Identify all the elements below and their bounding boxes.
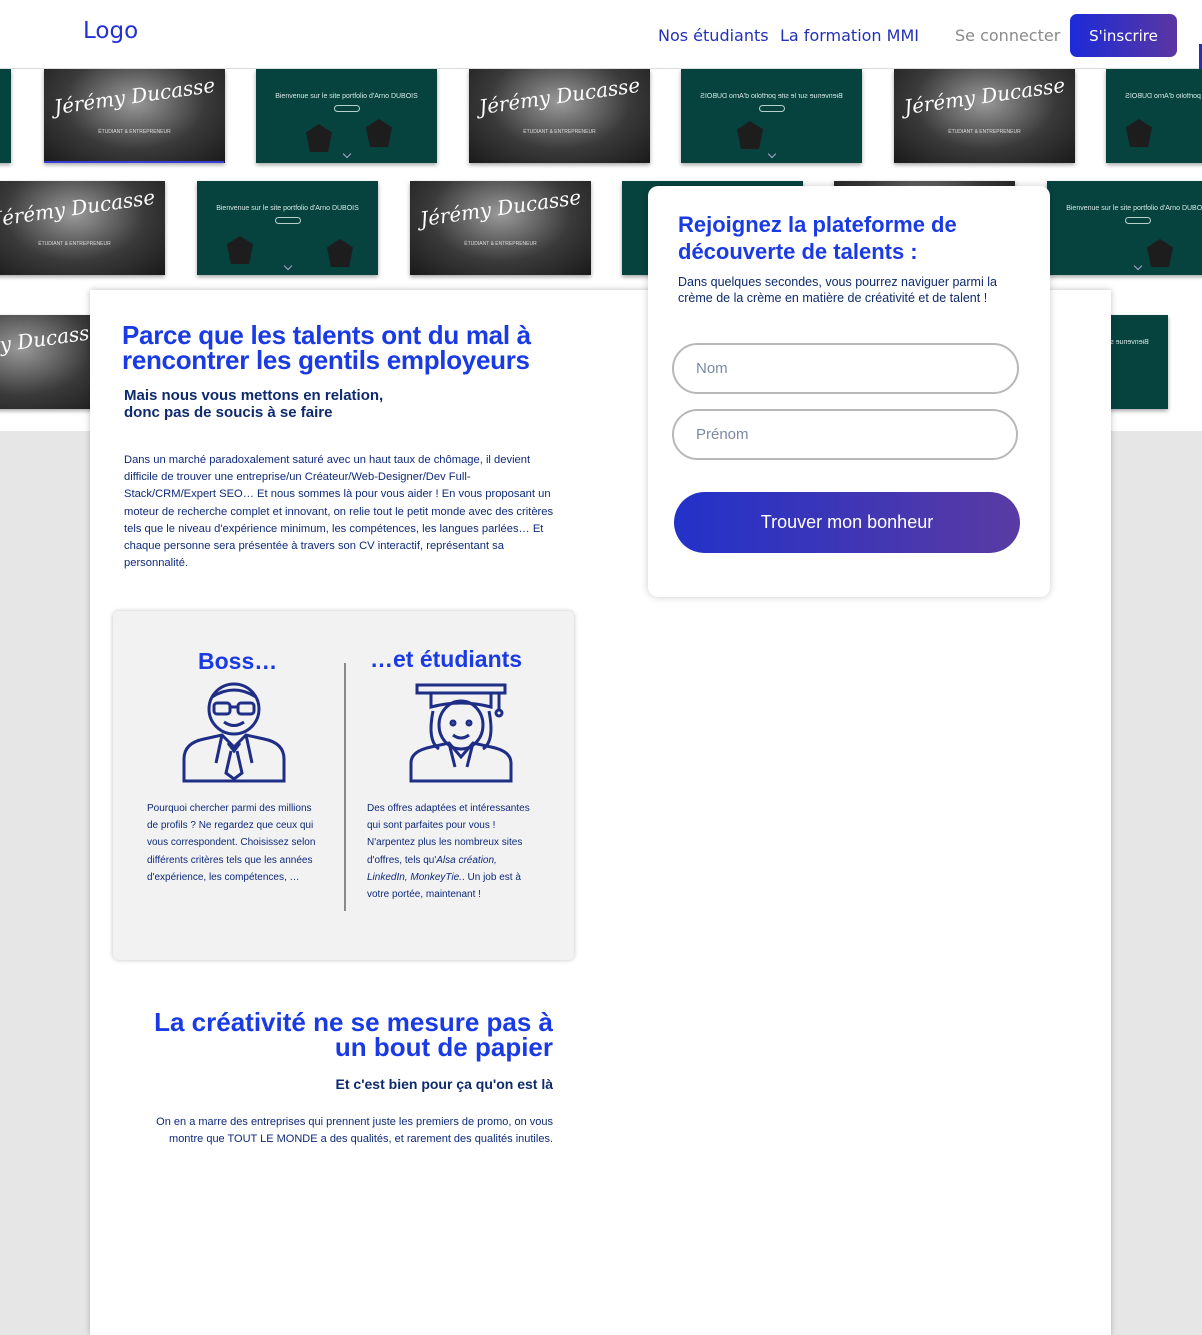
thumbnail-welcome: Bienvenue sur le site portfolio d'Arno D… (700, 93, 843, 100)
gem-shape (1126, 119, 1152, 147)
panel-divider (344, 663, 346, 911)
thumbnail-teal: Bienvenue sur le site portfolio d'Arno D… (197, 181, 378, 275)
gem-shape (327, 239, 353, 267)
thumbnail-welcome: Bienvenue sur le site portfolio d'Arno D… (1066, 205, 1202, 212)
chevron-down-icon (1133, 261, 1142, 271)
find-happiness-button[interactable]: Trouver mon bonheur (674, 492, 1020, 553)
boss-description: Pourquoi chercher parmi des millions de … (147, 803, 316, 883)
intro-paragraph: Dans un marché paradoxalement saturé ave… (124, 454, 554, 570)
nav-link-mmi-training[interactable]: La formation MMI (780, 26, 919, 45)
thumbnail-photo: Jérémy Ducasse ÉTUDIANT & ENTREPRENEUR (0, 181, 165, 275)
thumbnail-signature: Jérémy Ducasse (418, 184, 583, 232)
thumbnail-welcome: Bienvenue sur le site portfolio d'Arno D… (275, 93, 418, 100)
creativity-title: La créativité ne se mesure pas à un bout… (154, 1007, 553, 1062)
boss-title: Boss… (198, 648, 278, 674)
students-title: …et étudiants (370, 646, 523, 672)
gem-shape (366, 119, 392, 147)
first-name-input[interactable] (672, 409, 1018, 460)
thumbnail-subtitle: ÉTUDIANT & ENTREPRENEUR (38, 241, 111, 247)
thumbnail-teal: Bienvenue sur le site portfolio d'Arno D… (1047, 181, 1202, 275)
thumbnail-signature: Jérémy Ducasse (0, 184, 157, 232)
intro-subtitle: Mais nous vous mettons en relation, donc… (124, 387, 424, 421)
thumbnail-photo: Jérémy Ducasse ÉTUDIANT & ENTREPRENEUR (894, 69, 1075, 163)
login-link[interactable]: Se connecter (955, 26, 1060, 45)
thumbnail-photo: Jérémy Ducasse ÉTUDIANT & ENTREPRENEUR (44, 69, 225, 163)
gem-shape (306, 124, 332, 152)
nav-link-students[interactable]: Nos étudiants (658, 26, 769, 45)
thumbnail-active-bar (44, 161, 224, 163)
logo[interactable]: Logo (83, 18, 138, 44)
signup-button[interactable]: S'inscrire (1070, 14, 1177, 57)
last-name-input[interactable] (672, 343, 1019, 394)
thumbnail-subtitle: ÉTUDIANT & ENTREPRENEUR (98, 129, 171, 135)
thumbnail-signature: Jérémy Ducasse (902, 72, 1067, 120)
thumbnail-photo: Jérémy Ducasse ÉTUDIANT & ENTREPRENEUR (469, 69, 650, 163)
thumbnail-signature: Jérémy Ducasse (477, 72, 642, 120)
thumbnail-signature: Jérémy Ducasse (52, 72, 217, 120)
intro-subtitle-line: donc pas de soucis à se faire (124, 404, 333, 421)
intro-subtitle-line: Mais nous vous mettons en relation, (124, 387, 384, 404)
gem-shape (227, 236, 253, 264)
thumbnail-pill (333, 105, 360, 112)
gem-shape (737, 121, 763, 149)
thumbnail-teal: Bienvenue sur le site portfolio d'Arno D… (1106, 69, 1202, 163)
thumbnail-teal: Bienvenue sur le site portfolio d'Arno D… (681, 69, 862, 163)
thumbnail-pill (758, 105, 785, 112)
signup-form-description: Dans quelques secondes, vous pourrez nav… (678, 275, 997, 305)
thumbnail-subtitle: ÉTUDIANT & ENTREPRENEUR (523, 129, 596, 135)
signup-form-title: Rejoignez la plateforme de découverte de… (678, 212, 957, 264)
thumbnail-pill (1124, 217, 1151, 224)
top-navbar: Logo Nos étudiants La formation MMI Se c… (0, 0, 1202, 69)
thumbnail-pill (274, 217, 301, 224)
thumbnail-subtitle: ÉTUDIANT & ENTREPRENEUR (464, 241, 537, 247)
thumbnail-photo: Jérémy Ducasse ÉTUDIANT & ENTREPRENEUR (410, 181, 591, 275)
graduate-student-icon (409, 681, 513, 788)
students-description: Des offres adaptées et intéressantes qui… (367, 800, 539, 903)
chevron-down-icon (342, 149, 351, 159)
chevron-down-icon (767, 149, 776, 159)
thumbnail-teal (0, 69, 11, 163)
gem-shape (1147, 239, 1173, 267)
chevron-down-icon (283, 261, 292, 271)
boss-icon (182, 681, 286, 788)
intro-title: Parce que les talents ont du mal à renco… (122, 320, 531, 375)
thumbnail-welcome: Bienvenue sur le site portfolio d'Arno D… (216, 205, 359, 212)
creativity-paragraph: On en a marre des entreprises qui prenne… (156, 1116, 553, 1146)
thumbnail-teal: Bienvenue sur le site portfolio d'Arno D… (256, 69, 437, 163)
thumbnail-subtitle: ÉTUDIANT & ENTREPRENEUR (948, 129, 1021, 135)
creativity-subtitle: Et c'est bien pour ça qu'on est là (335, 1076, 553, 1092)
thumbnail-welcome: Bienvenue sur le site portfolio d'Arno D… (1125, 93, 1202, 100)
